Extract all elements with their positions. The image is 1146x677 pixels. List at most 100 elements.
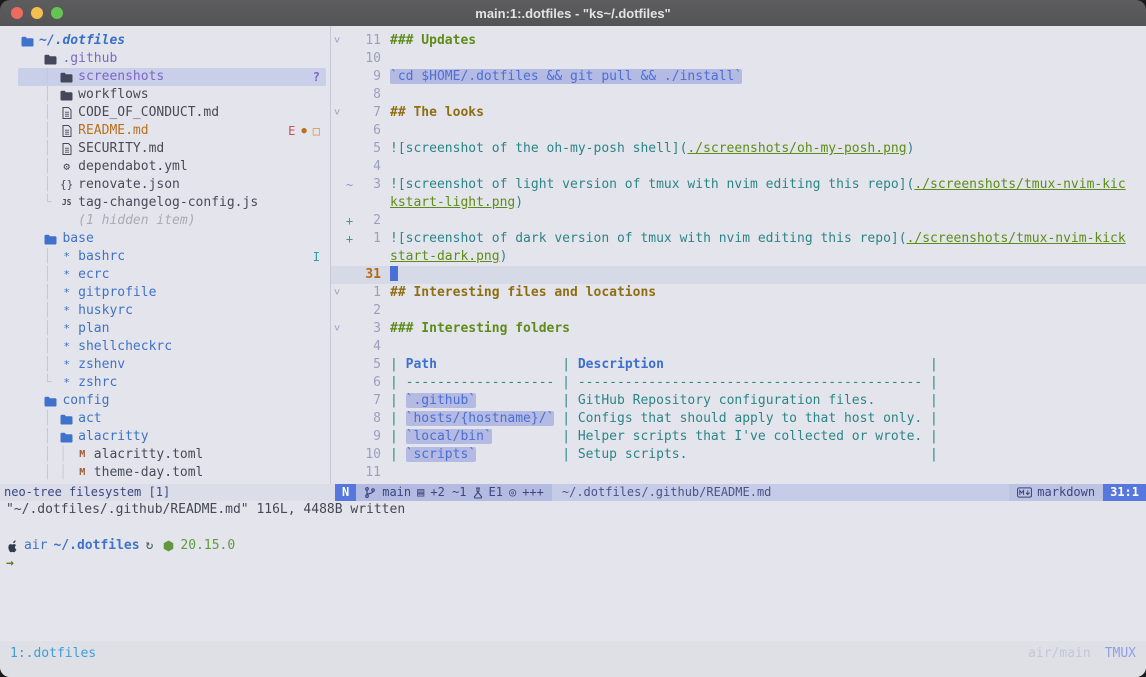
tree-item-theme-day-toml[interactable]: │ │ Mtheme-day.toml	[18, 464, 326, 482]
tree-indent-guide: │	[20, 248, 59, 266]
editor-line[interactable]: 31	[331, 266, 1146, 284]
markdown-link[interactable]: ./screenshots/tmux-nvim-kic	[914, 177, 1125, 192]
editor-line[interactable]: 10	[331, 50, 1146, 68]
prompt-arrow-line[interactable]: →	[6, 555, 1146, 573]
fold-column	[331, 86, 343, 104]
prompt-host: air	[24, 537, 47, 555]
folder-icon	[59, 90, 74, 101]
tree-item-gitprofile[interactable]: │ *gitprofile	[18, 284, 326, 302]
text-segment: Configs that should apply to that host o…	[578, 411, 938, 426]
line-text: | `scripts` | Setup scripts. |	[390, 446, 1146, 464]
tree-item-config[interactable]: config	[18, 392, 326, 410]
editor-line[interactable]: 5| Path | Description |	[331, 356, 1146, 374]
git-status-badge: ?	[313, 68, 320, 86]
neo-tree-sidebar[interactable]: ~/.dotfiles .github │ screenshots? │ wor…	[0, 26, 331, 484]
tree-item-screenshots[interactable]: │ screenshots?	[18, 68, 326, 86]
editor-line[interactable]: 10| `scripts` | Setup scripts. |	[331, 446, 1146, 464]
tree-item-tag-changelog-config-js[interactable]: └ JStag-changelog-config.js	[18, 194, 326, 212]
editor-line[interactable]: 6| ------------------- | ---------------…	[331, 374, 1146, 392]
fold-chevron-icon[interactable]: ˅	[331, 32, 343, 50]
text-segment: |	[390, 429, 406, 444]
editor-line[interactable]: 2	[331, 302, 1146, 320]
tree-item-security-md[interactable]: │ SECURITY.md	[18, 140, 326, 158]
tree-item-label: ~/.dotfiles	[39, 32, 125, 50]
tree-item-label: bashrc	[78, 248, 125, 266]
fold-column	[331, 176, 343, 194]
tree-indent-guide: │	[20, 356, 59, 374]
editor-line[interactable]: ˅7## The looks	[331, 104, 1146, 122]
editor-line[interactable]: ~3![screenshot of light version of tmux …	[331, 176, 1146, 194]
editor-line[interactable]: start-dark.png)	[331, 248, 1146, 266]
markdown-icon	[1017, 487, 1032, 498]
js-file-icon: JS	[59, 194, 74, 212]
fold-chevron-icon[interactable]: ˅	[331, 104, 343, 122]
star-file-icon: *	[59, 356, 74, 374]
tree-item-ecrc[interactable]: │ *ecrc	[18, 266, 326, 284]
line-text: ![screenshot of dark version of tmux wit…	[390, 230, 1146, 248]
editor-line[interactable]: kstart-light.png)	[331, 194, 1146, 212]
line-number: 4	[356, 338, 381, 356]
tree-item-bashrc[interactable]: │ *bashrcI	[18, 248, 326, 266]
editor-line[interactable]: 9`cd $HOME/.dotfiles && git pull && ./in…	[331, 68, 1146, 86]
fold-column	[331, 158, 343, 176]
tree-item-alacritty-toml[interactable]: │ │ Malacritty.toml	[18, 446, 326, 464]
editor-line[interactable]: 8	[331, 86, 1146, 104]
sign-column	[343, 194, 356, 212]
fold-chevron-icon[interactable]: ˅	[331, 284, 343, 302]
tree-item-huskyrc[interactable]: │ *huskyrc	[18, 302, 326, 320]
editor-line[interactable]: 11	[331, 464, 1146, 482]
tree-item-label: alacritty.toml	[94, 446, 204, 464]
tmux-window-tab[interactable]: 1:.dotfiles	[10, 645, 96, 663]
editor-line[interactable]: ˅11### Updates	[331, 32, 1146, 50]
line-text: ![screenshot of light version of tmux wi…	[390, 176, 1146, 194]
editor-line[interactable]: +2	[331, 212, 1146, 230]
git-sign: +	[343, 212, 356, 230]
tree-item-readme-md[interactable]: │ README.mdE●□	[18, 122, 326, 140]
markdown-link[interactable]: kstart-light.png	[390, 195, 515, 210]
editor-line[interactable]: 4	[331, 158, 1146, 176]
tree-item-shellcheckrc[interactable]: │ *shellcheckrc	[18, 338, 326, 356]
editor-line[interactable]: ˅3### Interesting folders	[331, 320, 1146, 338]
tree-item-label: ecrc	[78, 266, 109, 284]
tree-item-label: renovate.json	[78, 176, 180, 194]
tree-item-alacritty[interactable]: │ alacritty	[18, 428, 326, 446]
tree-item-code-of-conduct-md[interactable]: │ CODE_OF_CONDUCT.md	[18, 104, 326, 122]
git-sync-icon: ↻	[146, 537, 154, 555]
tree-item-renovate-json[interactable]: │ {}renovate.json	[18, 176, 326, 194]
editor-line[interactable]: +1![screenshot of dark version of tmux w…	[331, 230, 1146, 248]
tree-item--github[interactable]: .github	[18, 50, 326, 68]
fold-column	[331, 446, 343, 464]
markdown-link[interactable]: ./screenshots/tmux-nvim-kick	[907, 231, 1126, 246]
editor-line[interactable]: 6	[331, 122, 1146, 140]
tree-item-base[interactable]: base	[18, 230, 326, 248]
star-file-icon: *	[59, 338, 74, 356]
editor-line[interactable]: 4	[331, 338, 1146, 356]
tree-item-dependabot-yml[interactable]: │ ⚙dependabot.yml	[18, 158, 326, 176]
text-segment: Path	[406, 357, 437, 372]
markdown-link[interactable]: ./screenshots/oh-my-posh.png	[687, 141, 906, 156]
tree-indent-guide	[20, 392, 43, 410]
markdown-link[interactable]: start-dark.png	[390, 249, 500, 264]
editor-line[interactable]: 5![screenshot of the oh-my-posh shell](.…	[331, 140, 1146, 158]
fold-chevron-icon[interactable]: ˅	[331, 320, 343, 338]
editor-line[interactable]: 9| `local/bin` | Helper scripts that I'v…	[331, 428, 1146, 446]
editor-line[interactable]: 7| `.github` | GitHub Repository configu…	[331, 392, 1146, 410]
editor-pane[interactable]: ˅11### Updates109`cd $HOME/.dotfiles && …	[331, 26, 1146, 484]
toml-file-icon: M	[75, 446, 90, 464]
tree-item-workflows[interactable]: │ workflows	[18, 86, 326, 104]
line-text: ### Interesting folders	[390, 320, 1146, 338]
editor-line[interactable]: 8| `hosts/{hostname}/` | Configs that sh…	[331, 410, 1146, 428]
star-file-icon: *	[59, 302, 74, 320]
tree-item-plan[interactable]: │ *plan	[18, 320, 326, 338]
tree-item-label: screenshots	[78, 68, 164, 86]
diagnostics-count: E1	[489, 484, 503, 501]
editor-line[interactable]: ˅1## Interesting files and locations	[331, 284, 1146, 302]
text-segment: ## Interesting files and locations	[390, 285, 656, 300]
text-segment: `scripts`	[406, 447, 476, 462]
tree-item-act[interactable]: │ act	[18, 410, 326, 428]
tree-item-zshrc[interactable]: └ *zshrc	[18, 374, 326, 392]
tree-item-zshenv[interactable]: │ *zshenv	[18, 356, 326, 374]
branch-name: main	[382, 484, 411, 501]
tree-item--1-hidden-item-[interactable]: (1 hidden item)	[18, 212, 326, 230]
tree-item--dotfiles[interactable]: ~/.dotfiles	[18, 32, 326, 50]
